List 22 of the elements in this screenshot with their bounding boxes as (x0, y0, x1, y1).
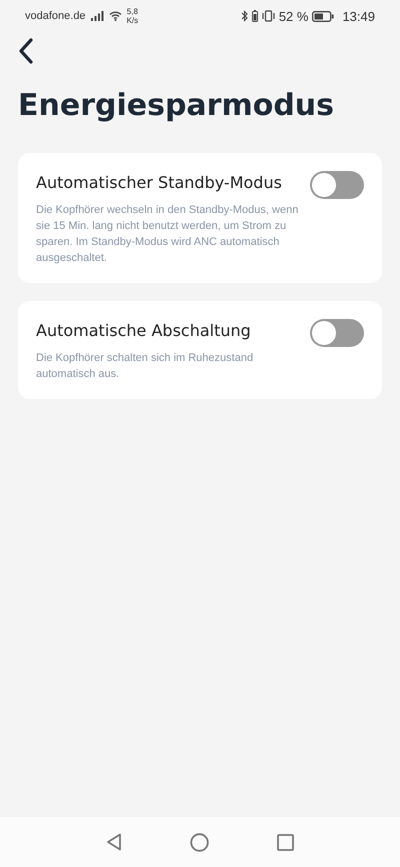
headset-battery-icon (252, 10, 258, 22)
back-button[interactable] (18, 38, 34, 64)
toggle-switch[interactable] (310, 319, 364, 347)
clock-time: 13:49 (342, 8, 375, 24)
battery-percent: 52 % (278, 8, 308, 24)
network-speed: 5,8 (126, 7, 138, 16)
vibrate-icon (262, 10, 275, 22)
wifi-icon (108, 11, 122, 21)
home-nav-button[interactable] (190, 832, 209, 852)
signal-icon (90, 11, 104, 21)
battery-icon (312, 10, 334, 22)
setting-title: Automatische Abschaltung (36, 321, 252, 340)
back-nav-button[interactable] (106, 833, 122, 851)
setting-description: Die Kopfhörer wechseln in den Standby-Modus, wenn sie 15 Min. lang nicht benutzt werden, um Strom zu sparen. Im Standby-Modus wird ANC automatisch ausgeschaltet. (36, 203, 300, 266)
setting-description: Die Kopfhörer schalten sich im Ruhezustand automatisch aus. (36, 351, 254, 382)
toggle-switch[interactable] (310, 171, 364, 199)
speed-unit: K/s (126, 16, 138, 25)
recents-nav-button[interactable] (277, 834, 294, 850)
bluetooth-icon (240, 10, 248, 22)
setting-title: Automatischer Standby-Modus (36, 173, 283, 192)
page-title: Energiesparmodus (18, 88, 336, 123)
carrier-name: vodafone.de (25, 10, 86, 22)
